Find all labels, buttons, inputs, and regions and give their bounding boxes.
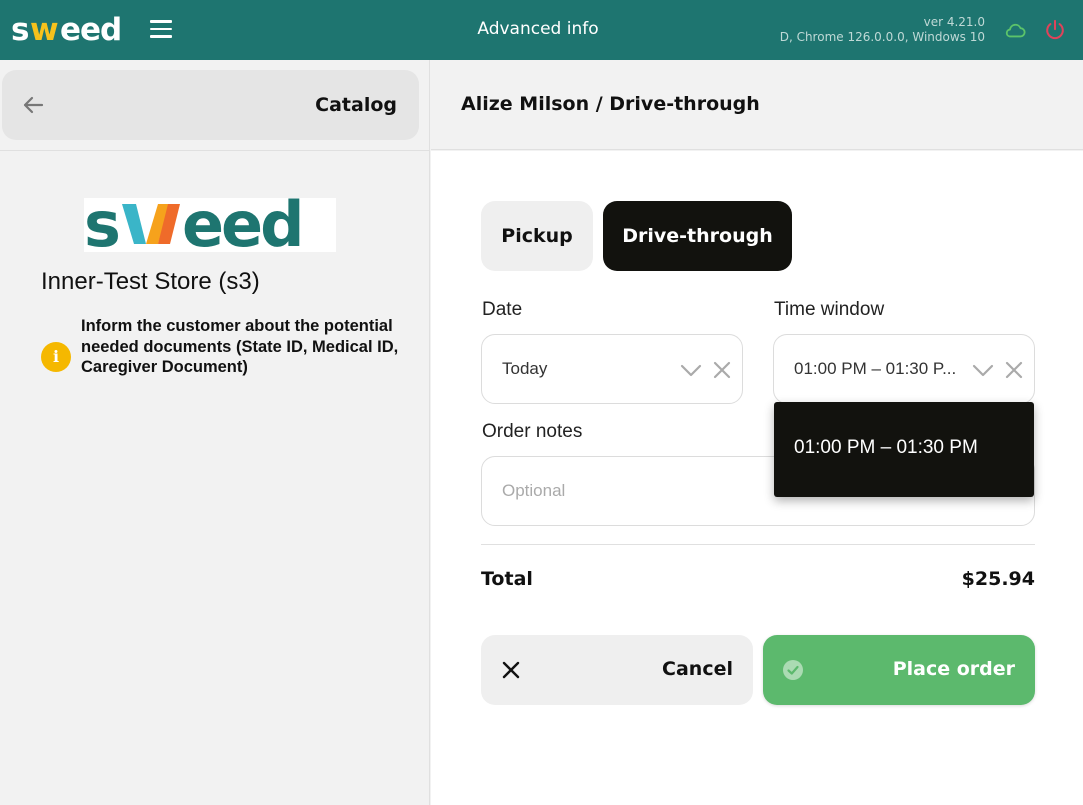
info-icon: i [41,342,71,372]
svg-text:eed: eed [60,12,121,46]
time-window-option[interactable]: 01:00 PM – 01:30 PM [794,437,978,459]
left-panel: Catalog s eed Inner-Test Store (s3) i In… [0,60,430,805]
documents-notice: Inform the customer about the potential … [81,317,399,376]
chevron-down-icon[interactable] [972,362,994,378]
time-window-value: 01:00 PM – 01:30 P... [794,359,957,378]
total-value: $25.94 [961,568,1035,590]
menu-icon[interactable] [150,20,172,40]
back-arrow-icon [23,96,44,114]
total-label: Total [481,568,533,590]
time-window-dropdown: 01:00 PM – 01:30 PM [774,402,1034,497]
place-order-label: Place order [892,658,1015,680]
place-order-button[interactable]: Place order [763,635,1035,705]
svg-text:s: s [84,198,118,252]
divider [0,150,430,151]
date-value: Today [502,359,548,378]
time-window-label: Time window [774,299,885,320]
order-title: Alize Milson / Drive-through [461,93,760,115]
date-select[interactable]: Today [481,334,743,404]
svg-text:s: s [11,12,28,46]
svg-text:eed: eed [182,198,301,252]
cloud-icon [1005,23,1026,38]
sweed-logo: s w eed [11,12,122,46]
order-notes-placeholder: Optional [502,481,566,500]
store-logo: s eed [84,198,336,252]
catalog-back-button[interactable]: Catalog [2,70,419,140]
clear-icon[interactable] [712,360,732,380]
tab-drive-through[interactable]: Drive-through [603,201,792,271]
svg-text:w: w [30,12,58,46]
tab-pickup[interactable]: Pickup [481,201,593,271]
store-name: Inner-Test Store (s3) [41,268,260,295]
browser-info: D, Chrome 126.0.0.0, Windows 10 [779,30,985,44]
order-form: Pickup Drive-through Date Today Time win… [431,151,1083,805]
top-bar: s w eed Advanced info ver 4.21.0 D, Chro… [0,0,1083,60]
close-icon [502,661,520,679]
order-header: Alize Milson / Drive-through [431,60,1083,150]
time-window-select[interactable]: 01:00 PM – 01:30 P... [773,334,1035,404]
chevron-down-icon[interactable] [680,362,702,378]
cancel-label: Cancel [662,658,733,680]
check-circle-icon [783,660,803,680]
order-notes-label: Order notes [482,421,583,442]
clear-icon[interactable] [1004,360,1024,380]
date-label: Date [482,299,523,320]
advanced-info-link[interactable]: Advanced info [438,19,638,39]
catalog-label: Catalog [315,94,397,116]
power-icon[interactable] [1044,19,1066,41]
version-number: ver 4.21.0 [923,15,985,29]
version-info: ver 4.21.0 D, Chrome 126.0.0.0, Windows … [780,15,985,45]
divider [481,544,1035,545]
cancel-button[interactable]: Cancel [481,635,753,705]
